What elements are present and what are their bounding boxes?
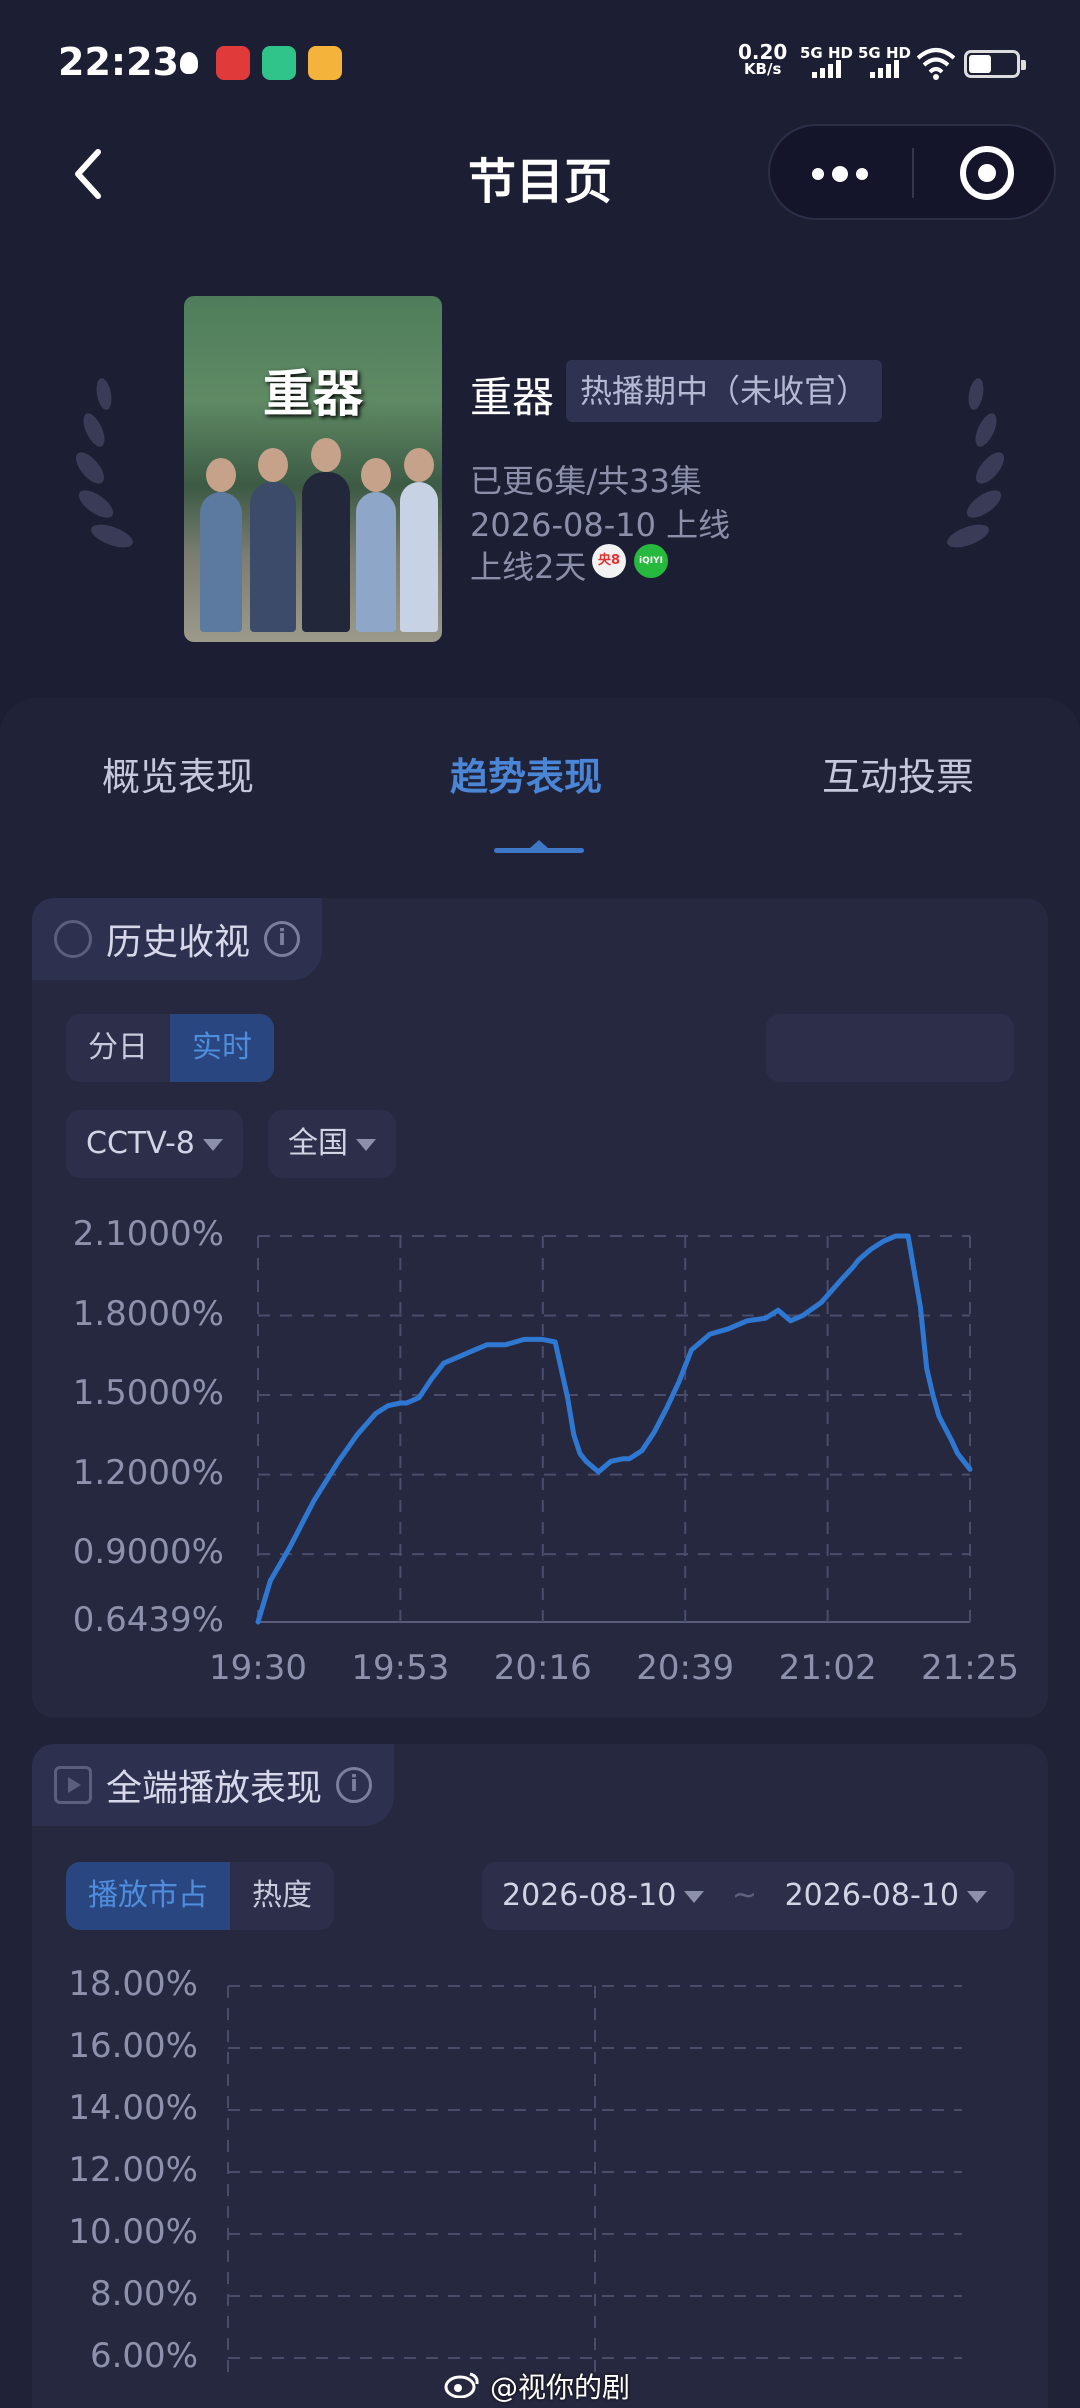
- weibo-icon: [308, 46, 342, 80]
- close-target-icon[interactable]: [960, 146, 1014, 200]
- premiere-date: 2026-08-10 上线: [470, 506, 731, 544]
- x-tick-label: 21:25: [921, 1648, 1019, 1688]
- y-tick-label: 1.5000%: [72, 1373, 224, 1414]
- toggle-daily[interactable]: 分日: [66, 1014, 170, 1082]
- channel-dropdown[interactable]: CCTV-8: [66, 1110, 243, 1178]
- ratings-icon: [54, 920, 92, 958]
- poster-person: [250, 448, 296, 632]
- episode-count: 已更6集/共33集: [470, 462, 702, 500]
- y-tick-label: 18.00%: [68, 1964, 198, 2004]
- clock: 22:23: [58, 40, 179, 84]
- card-title: 历史收视: [106, 922, 251, 963]
- card-header: 全端播放表现 i: [32, 1744, 395, 1826]
- region-dropdown[interactable]: 全国: [268, 1110, 396, 1178]
- days-online: 上线2天: [470, 548, 587, 586]
- more-icon[interactable]: [812, 166, 868, 182]
- y-tick-label: 12.00%: [68, 2150, 198, 2190]
- date-range-picker: 2026-08-10 ~ 2026-08-10: [482, 1862, 1014, 1930]
- card-header: 历史收视 i: [32, 898, 323, 980]
- tab-indicator: [494, 848, 584, 853]
- info-icon[interactable]: i: [336, 1767, 373, 1803]
- x-tick-label: 20:16: [493, 1648, 592, 1688]
- toggle-realtime[interactable]: 实时: [170, 1014, 274, 1082]
- poster-person: [400, 448, 438, 632]
- iqiyi-logo-icon: iQIYI: [634, 544, 668, 578]
- date-to[interactable]: 2026-08-10: [785, 1878, 959, 1913]
- x-tick-label: 19:53: [351, 1648, 450, 1688]
- y-tick-label: 10.00%: [68, 2212, 198, 2252]
- battery-icon: [964, 50, 1026, 78]
- y-tick-label: 16.00%: [68, 2026, 198, 2066]
- wifi-icon: [916, 48, 956, 80]
- watermark: @视你的剧: [490, 2371, 631, 2404]
- y-tick-label: 0.6439%: [72, 1600, 224, 1640]
- laurel-right-icon: [947, 378, 1005, 548]
- poster-person: [356, 458, 396, 632]
- weibo-watermark-icon: [444, 2372, 479, 2398]
- history-granularity-toggle: 分日 实时: [66, 1014, 274, 1082]
- x-tick-label: 20:39: [636, 1648, 735, 1688]
- poster-title: 重器: [263, 365, 363, 423]
- laurel-left-icon: [75, 378, 133, 548]
- y-tick-label: 1.2000%: [72, 1452, 224, 1493]
- playback-metric-toggle: 播放市占 热度: [66, 1862, 334, 1930]
- signal-icon: [870, 60, 899, 78]
- chevron-down-icon: [356, 1138, 376, 1151]
- tab-vote[interactable]: 互动投票: [822, 746, 974, 801]
- y-tick-label: 6.00%: [89, 2336, 198, 2376]
- show-poster[interactable]: 重器: [184, 296, 442, 642]
- card-title: 全端播放表现: [106, 1768, 323, 1809]
- tab-trend[interactable]: 趋势表现: [450, 746, 602, 801]
- toggle-market-share[interactable]: 播放市占: [66, 1862, 230, 1930]
- mini-program-capsule: [768, 124, 1056, 220]
- y-tick-label: 14.00%: [68, 2088, 198, 2128]
- poster-person: [302, 438, 350, 632]
- cctv8-logo-icon: 央8: [592, 544, 626, 578]
- status-bar: 22:23 0.20 KB/s 5G HD 5G HD: [0, 0, 1080, 120]
- signal-icon: [812, 60, 841, 78]
- y-tick-label: 1.8000%: [72, 1293, 224, 1334]
- chevron-down-icon: [684, 1890, 705, 1903]
- date-from[interactable]: 2026-08-10: [502, 1878, 676, 1913]
- video-app-icon: [262, 46, 296, 80]
- y-tick-label: 8.00%: [89, 2274, 198, 2314]
- status-badge: 热播期中（未收官）: [566, 360, 883, 422]
- net-speed: 0.20 KB/s: [738, 40, 788, 78]
- y-tick-label: 2.1000%: [72, 1214, 224, 1254]
- info-icon[interactable]: i: [264, 921, 301, 957]
- chevron-down-icon: [202, 1138, 223, 1151]
- x-tick-label: 21:02: [778, 1648, 877, 1688]
- date-separator: ~: [731, 1878, 758, 1913]
- show-name: 重器: [470, 373, 555, 422]
- tab-overview[interactable]: 概览表现: [102, 746, 254, 801]
- empty-selector[interactable]: [766, 1014, 1014, 1082]
- netease-music-icon: [216, 46, 250, 80]
- y-tick-label: 0.9000%: [72, 1532, 224, 1573]
- toggle-heat[interactable]: 热度: [230, 1862, 334, 1930]
- notification-dot-icon: [180, 52, 198, 74]
- poster-person: [200, 458, 242, 632]
- play-icon: [54, 1766, 92, 1804]
- chevron-down-icon: [966, 1890, 987, 1903]
- x-tick-label: 19:30: [209, 1648, 307, 1688]
